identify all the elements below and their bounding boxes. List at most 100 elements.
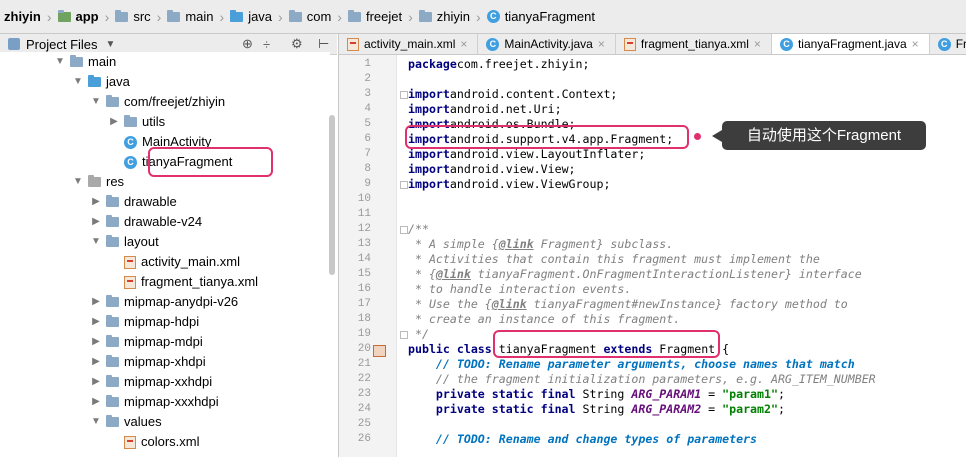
tree-item[interactable]: ▶ mipmap-hdpi [90, 312, 199, 332]
line-number: 24 [357, 403, 371, 415]
collapsed-arrow-icon[interactable]: ▶ [108, 112, 120, 132]
tree-item[interactable]: colors.xml [108, 432, 200, 452]
tree-item-label: activity_main.xml [141, 254, 240, 269]
editor-tab[interactable]: C MainActivity.java × [478, 34, 616, 54]
code-line[interactable]: // TODO: Rename parameter arguments, cho… [408, 357, 855, 372]
expanded-arrow-icon[interactable]: ▼ [72, 172, 84, 192]
collapsed-arrow-icon[interactable]: ▶ [90, 372, 102, 392]
breadcrumb-item[interactable]: CtianyaFragment [483, 9, 599, 24]
collapsed-arrow-icon[interactable]: ▶ [90, 352, 102, 372]
editor-tab[interactable]: C Fra [930, 34, 966, 54]
folder-icon [418, 9, 432, 22]
class-icon: C [486, 37, 500, 51]
code-line[interactable]: importandroid.view.LayoutInflater; [408, 147, 645, 162]
hide-panel-icon[interactable]: ⊢ [318, 36, 329, 52]
code-line[interactable]: * A simple {@link Fragment} subclass. [408, 237, 673, 252]
code-token: tianyaFragment.OnFragmentInteractionList… [470, 267, 862, 281]
code-line[interactable]: * {@link tianyaFragment.OnFragmentIntera… [408, 267, 862, 282]
code-line[interactable]: * to handle interaction events. [408, 282, 631, 297]
gear-icon[interactable]: ⚙ [291, 36, 303, 52]
tree-item[interactable]: ▶ mipmap-xhdpi [90, 352, 206, 372]
tree-item[interactable]: ▶ drawable-v24 [90, 212, 202, 232]
code-line[interactable]: * Activities that contain this fragment … [408, 252, 820, 267]
collapsed-arrow-icon[interactable]: ▶ [90, 212, 102, 232]
code-line[interactable]: importandroid.net.Uri; [408, 102, 562, 117]
close-tab-icon[interactable]: × [754, 37, 761, 51]
breadcrumb-item[interactable]: freejet [344, 9, 406, 24]
collapse-all-icon[interactable]: ÷ [263, 37, 270, 52]
collapsed-arrow-icon[interactable]: ▶ [90, 312, 102, 332]
module-icon [57, 9, 71, 22]
tree-item[interactable]: ▶ mipmap-xxhdpi [90, 372, 212, 392]
line-number: 18 [357, 313, 371, 325]
tree-scrollbar[interactable] [329, 115, 335, 275]
tree-item[interactable]: fragment_tianya.xml [108, 272, 258, 292]
code-line[interactable]: // TODO: Rename and change types of para… [408, 432, 757, 447]
line-number: 14 [357, 253, 371, 265]
fold-marker-icon[interactable] [400, 226, 408, 234]
collapsed-arrow-icon[interactable]: ▶ [90, 192, 102, 212]
fold-marker-icon[interactable] [400, 91, 408, 99]
chevron-down-icon[interactable]: ▼ [106, 39, 116, 50]
project-view-selector[interactable]: Project Files [26, 37, 98, 52]
code-line[interactable]: packagecom.freejet.zhiyin; [408, 57, 590, 72]
tree-item[interactable]: ▶ mipmap-mdpi [90, 332, 203, 352]
close-tab-icon[interactable]: × [912, 37, 919, 51]
breadcrumb-item[interactable]: zhiyin [0, 9, 45, 24]
breadcrumb-item[interactable]: app [54, 9, 103, 24]
folder-icon [167, 9, 181, 22]
breadcrumb-item[interactable]: main [163, 9, 217, 24]
tree-item[interactable]: ▶ mipmap-xxxhdpi [90, 392, 219, 412]
editor-tab[interactable]: fragment_tianya.xml × [616, 34, 772, 54]
breadcrumb-item[interactable]: zhiyin [415, 9, 474, 24]
expanded-arrow-icon[interactable]: ▼ [72, 72, 84, 92]
code-line[interactable]: // the fragment initialization parameter… [408, 372, 876, 387]
tree-item[interactable]: ▶ mipmap-anydpi-v26 [90, 292, 238, 312]
tree-item[interactable]: ▼ main [54, 52, 116, 72]
close-tab-icon[interactable]: × [598, 37, 605, 51]
tree-item[interactable]: ▼ com/freejet/zhiyin [90, 92, 225, 112]
code-line[interactable]: * Use the {@link tianyaFragment#newInsta… [408, 297, 848, 312]
expanded-arrow-icon[interactable]: ▼ [90, 232, 102, 252]
folder-icon [347, 9, 361, 22]
tree-item[interactable]: ▶ utils [108, 112, 165, 132]
tree-item[interactable]: ▶ drawable [90, 192, 177, 212]
code-line[interactable]: */ [408, 327, 429, 342]
fold-marker-icon[interactable] [400, 331, 408, 339]
code-line[interactable]: importandroid.view.ViewGroup; [408, 177, 610, 192]
code-line[interactable]: private static final String ARG_PARAM1 =… [408, 387, 785, 402]
editor-tab[interactable]: activity_main.xml × [339, 34, 479, 54]
tree-item[interactable]: ▼ layout [90, 232, 159, 252]
code-line[interactable]: private static final String ARG_PARAM2 =… [408, 402, 785, 417]
code-token: "param1" [722, 387, 778, 401]
code-line[interactable]: * create an instance of this fragment. [408, 312, 680, 327]
breadcrumb-item[interactable]: src [111, 9, 154, 24]
breadcrumb-item[interactable]: com [285, 9, 336, 24]
close-tab-icon[interactable]: × [460, 37, 467, 51]
class-icon: C [779, 37, 793, 51]
code-line[interactable]: importandroid.content.Context; [408, 87, 617, 102]
tree-item[interactable]: ▼ java [72, 72, 130, 92]
collapsed-arrow-icon[interactable]: ▶ [90, 332, 102, 352]
expanded-arrow-icon[interactable]: ▼ [54, 52, 66, 72]
fold-marker-icon[interactable] [400, 181, 408, 189]
collapsed-arrow-icon[interactable]: ▶ [90, 392, 102, 412]
editor-tab[interactable]: CtianyaFragment.java × [771, 34, 930, 54]
code-line[interactable]: importandroid.view.View; [408, 162, 576, 177]
expanded-arrow-icon[interactable]: ▼ [90, 92, 102, 112]
tree-item[interactable]: activity_main.xml [108, 252, 240, 272]
tree-item[interactable]: ▼ values [90, 412, 162, 432]
tree-item-label: fragment_tianya.xml [141, 274, 259, 289]
tree-item[interactable]: ▼ res [72, 172, 124, 192]
line-number: 19 [357, 328, 371, 340]
crosshair-icon[interactable]: ⊕ [242, 36, 253, 52]
layout-gutter-icon[interactable] [373, 345, 386, 357]
code-token: // TODO: Rename parameter arguments, cho… [435, 357, 855, 371]
expanded-arrow-icon[interactable]: ▼ [90, 412, 102, 432]
breadcrumb-item[interactable]: java [226, 9, 276, 24]
code-line[interactable]: /** [408, 222, 429, 237]
collapsed-arrow-icon[interactable]: ▶ [90, 292, 102, 312]
